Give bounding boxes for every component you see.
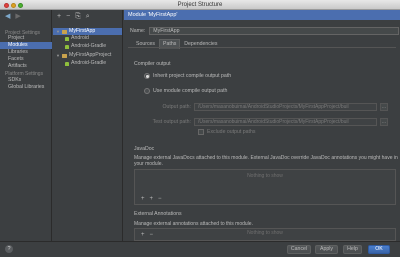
android-facet-icon (65, 36, 69, 41)
output-path-browse-button[interactable]: ... (380, 103, 388, 111)
remove-icon[interactable]: − (66, 13, 70, 21)
javadoc-description: Manage external JavaDocs attached to thi… (134, 155, 398, 167)
remove-icon[interactable]: − (158, 196, 162, 203)
tree-node-android-gradle-2[interactable]: Android-Gradle (65, 60, 106, 67)
exclude-output-paths-label: Exclude output paths (207, 129, 256, 135)
use-module-output-path-radio[interactable]: Use module compile output path (144, 88, 227, 94)
nav-item-facets[interactable]: Facets (0, 56, 52, 63)
javadoc-title: JavaDoc (134, 146, 155, 152)
remove-icon[interactable]: − (150, 232, 154, 239)
compiler-output-title: Compiler output (134, 61, 171, 67)
search-icon[interactable]: ⌕ (86, 13, 90, 21)
output-path-field[interactable]: /Users/masanobuimai/AndroidStudioProject… (194, 103, 377, 111)
tab-divider (128, 47, 396, 48)
annotations-toolbar: + − (141, 232, 153, 239)
settings-nav: ◀ ▶ Project Settings Project Modules Lib… (0, 10, 52, 241)
use-module-output-path-label: Use module compile output path (153, 88, 228, 94)
module-tree: + − ⎘ ⌕ ▼ MyFirstApp Android Android-Gra… (53, 10, 123, 241)
tree-node-label: Android-Gradle (71, 60, 107, 66)
copy-icon[interactable]: ⎘ (75, 13, 81, 21)
test-output-path-field[interactable]: /Users/masanobuimai/AndroidStudioProject… (194, 118, 377, 126)
nav-item-project[interactable]: Project (0, 35, 52, 42)
dialog-footer: ? Cancel Apply Help OK (0, 241, 400, 257)
back-arrow-icon[interactable]: ◀ (5, 13, 10, 21)
test-output-path-browse-button[interactable]: ... (380, 118, 388, 126)
tree-node-label: Android-Gradle (71, 43, 107, 49)
help-button[interactable]: Help (343, 245, 362, 254)
module-settings-panel: Module 'MyFirstApp' Name: Sources Paths … (124, 10, 400, 241)
tree-toolbar: + − ⎘ ⌕ (57, 13, 90, 21)
android-gradle-facet-icon (65, 61, 69, 66)
ok-button[interactable]: OK (368, 245, 390, 254)
tree-node-myfirstappproject[interactable]: ▼ MyFirstAppProject (56, 52, 111, 59)
external-annotations-title: External Annotations (134, 211, 182, 217)
test-output-path-label: Test output path: (152, 119, 191, 125)
test-output-path-row: Test output path: /Users/masanobuimai/An… (147, 118, 388, 126)
title-bar: Project Structure (0, 0, 400, 10)
tree-node-android-gradle[interactable]: Android-Gradle (65, 43, 106, 50)
nav-item-artifacts[interactable]: Artifacts (0, 63, 52, 70)
exclude-output-paths-checkbox[interactable]: Exclude output paths (198, 129, 255, 135)
tree-node-label: Android (71, 35, 89, 41)
inherit-output-path-radio[interactable]: Inherit project compile output path (144, 73, 231, 79)
external-annotations-list[interactable]: Nothing to show + − (134, 228, 396, 241)
tree-node-label: MyFirstApp (69, 28, 96, 34)
module-header: Module 'MyFirstApp' (124, 10, 400, 20)
add-icon[interactable]: + (141, 196, 145, 203)
nav-item-modules[interactable]: Modules (0, 42, 52, 49)
javadoc-toolbar: + + − (141, 196, 162, 203)
nav-item-libraries[interactable]: Libraries (0, 49, 52, 56)
external-annotations-description: Manage external annotations attached to … (134, 221, 253, 227)
add-url-icon[interactable]: + (150, 196, 154, 203)
expand-triangle-icon[interactable]: ▼ (56, 28, 60, 35)
inherit-output-path-label: Inherit project compile output path (153, 73, 232, 79)
radio-selected-icon[interactable] (144, 73, 150, 79)
annotations-empty-text: Nothing to show (247, 230, 283, 236)
name-row: Name: (130, 27, 400, 35)
tree-node-myfirstapp[interactable]: ▼ MyFirstApp (53, 28, 122, 35)
module-name-input[interactable] (149, 27, 400, 35)
javadoc-empty-text: Nothing to show (247, 173, 283, 179)
nav-item-sdks[interactable]: SDKs (0, 77, 52, 84)
output-path-row: Output path: /Users/masanobuimai/Android… (147, 103, 388, 111)
forward-arrow-icon[interactable]: ▶ (15, 13, 20, 21)
nav-item-global-libraries[interactable]: Global Libraries (0, 84, 52, 91)
add-icon[interactable]: + (141, 232, 145, 239)
help-icon[interactable]: ? (5, 245, 13, 253)
add-icon[interactable]: + (57, 13, 61, 21)
cancel-button[interactable]: Cancel (287, 245, 311, 254)
tree-node-android[interactable]: Android (65, 35, 89, 42)
expand-triangle-icon[interactable]: ▼ (56, 52, 60, 59)
folder-icon (62, 29, 67, 34)
radio-unselected-icon[interactable] (144, 88, 150, 94)
apply-button[interactable]: Apply (315, 245, 338, 254)
android-gradle-facet-icon (65, 44, 69, 49)
folder-icon (62, 53, 67, 58)
nav-arrows: ◀ ▶ (5, 13, 21, 21)
javadoc-list[interactable]: Nothing to show + + − (134, 169, 396, 205)
name-label: Name: (130, 28, 146, 34)
checkbox-box-icon[interactable] (198, 129, 204, 135)
window-title: Project Structure (177, 2, 223, 8)
tree-node-label: MyFirstAppProject (69, 52, 112, 58)
output-path-label: Output path: (162, 104, 191, 110)
